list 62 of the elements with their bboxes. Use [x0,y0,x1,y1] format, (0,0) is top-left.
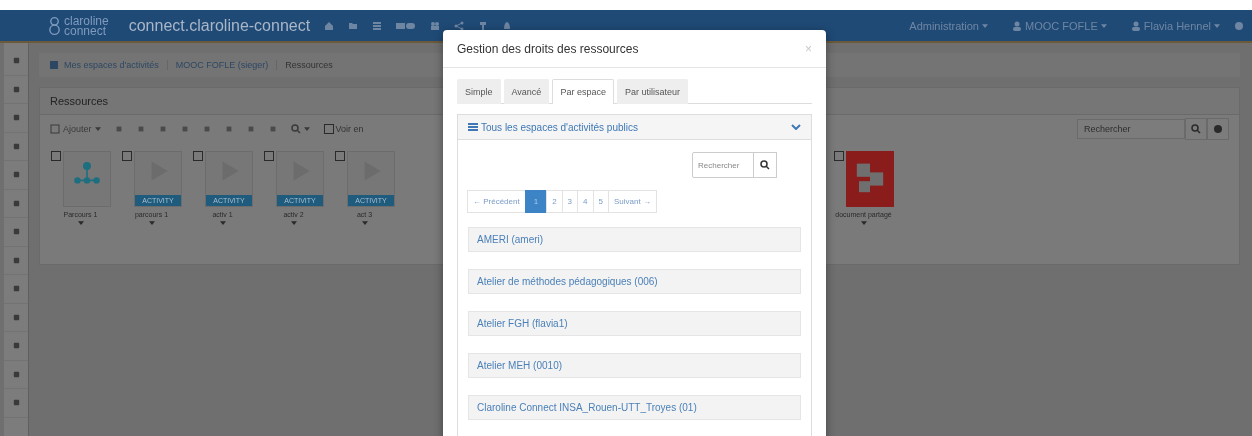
puzzle-thumbnail[interactable] [846,151,894,207]
settings-icon [1213,124,1223,134]
panel-title: Tous les espaces d'activités publics [481,121,639,133]
caret-icon[interactable] [290,221,297,225]
page-link[interactable]: ← Précédent [467,190,526,213]
checkbox[interactable] [50,151,61,161]
breadcrumb-link[interactable]: Mes espaces d'activités [64,60,159,70]
brand-logo[interactable]: claroline connect [48,15,109,36]
chevron-down-icon [791,124,801,130]
checkbox-label: Voir en [335,124,364,134]
search-icon [760,160,770,170]
page-link[interactable]: Suivant → [607,190,657,213]
workspace-item[interactable]: Atelier MEH (0010) [468,353,801,378]
panel-header[interactable]: Tous les espaces d'activités publics [458,115,811,140]
brand-name: connect [64,25,107,36]
caret-icon[interactable] [860,221,867,225]
caret-icon[interactable] [77,221,84,225]
nav-menu[interactable]: Administration [909,19,988,32]
caret-icon [1100,23,1107,28]
search-icon [1191,124,1201,134]
caret-icon[interactable] [219,221,226,225]
book-icon [49,60,59,70]
tab[interactable]: Simple [457,79,501,104]
caret-icon [303,127,310,131]
checkbox[interactable] [833,151,844,161]
site-title[interactable]: connect.claroline-connect [128,16,311,35]
settings-icon[interactable] [1234,20,1244,31]
workspace-item[interactable]: Atelier FGH (flavia1) [468,311,801,336]
caret-icon[interactable] [148,221,155,225]
workspace-item[interactable]: Claroline Connect INSA_Rouen-UTT_Troyes (01) [468,395,801,420]
brand-name: claroline [64,15,109,26]
caret-icon[interactable] [361,221,368,225]
resource-thumbnail[interactable] [63,151,111,207]
tab[interactable]: Avancé [503,79,550,104]
settings-button[interactable] [1207,118,1229,140]
caret-icon [1214,23,1220,28]
workspace-item[interactable]: AMERI (ameri) [468,227,801,252]
logo-icon [48,15,61,36]
search-icon [290,124,301,134]
workspace-item[interactable]: Atelier de méthodes pédagogiques (006) [468,269,801,294]
tab[interactable]: Par utilisateur [616,79,688,104]
checkbox[interactable] [263,151,274,161]
breadcrumb-link[interactable]: MOOC FOFLE (sieger) [175,60,269,70]
zoom-button[interactable] [290,124,310,134]
breadcrumb-link[interactable]: Ressources [285,60,333,70]
nav-menu[interactable]: Flavia Hennel [1130,19,1220,32]
checkbox[interactable] [334,151,345,161]
bell-icon[interactable] [502,20,513,31]
caret-icon [94,127,101,131]
menu-icon [468,122,478,132]
caret-icon [982,23,988,28]
checkbox[interactable] [192,151,203,161]
add-button[interactable]: Ajouter [50,124,101,134]
panel-title: Ressources [50,95,109,107]
checkbox[interactable] [121,151,132,161]
page-link[interactable]: 4 [577,190,594,213]
checkbox[interactable] [323,124,334,134]
tab[interactable]: Par espace [552,79,614,104]
page-link[interactable]: 2 [546,190,563,213]
dialog-title: Gestion des droits des ressources [457,41,640,56]
nav-menu[interactable]: MOOC FOFLE [1012,19,1107,32]
search-field[interactable]: Rechercher [1077,119,1185,139]
